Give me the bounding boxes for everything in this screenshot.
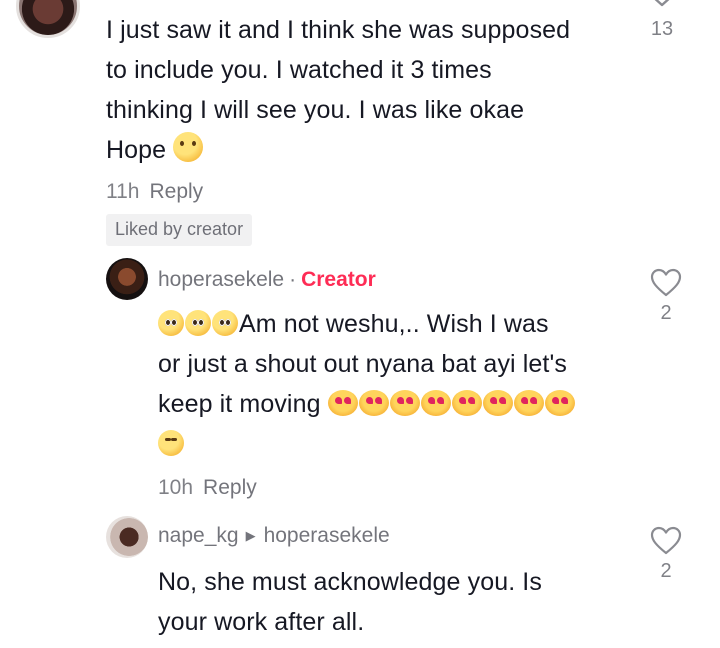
comment-line: to include you. I watched it 3 times [106,56,492,84]
comment-text: I just saw it and I think she was suppos… [106,10,626,170]
grinning-emoji-icon [158,430,184,456]
smiling-hearts-emoji-icon [358,390,389,416]
comment-line: I just saw it and I think she was suppos… [106,16,571,44]
reply-header: hoperasekele · Creator [158,268,376,292]
smiling-hearts-emoji-icon [420,390,451,416]
heart-outline-icon[interactable] [650,526,682,556]
comment-line: Hope [106,136,167,164]
heart-outline-icon[interactable] [650,268,682,298]
reply-to-username[interactable]: hoperasekele [264,524,390,547]
chevron-down-icon[interactable] [648,0,676,10]
like-count: 2 [660,302,672,324]
like-count: 13 [650,18,674,40]
like-count: 2 [660,560,672,582]
reply-line-text: Am not weshu,.. Wish I was [239,310,549,338]
creator-avatar[interactable] [106,258,148,300]
creator-badge: Creator [301,268,376,291]
comment-line-last: Hope [106,130,626,170]
reply-meta: 10h Reply [158,476,257,500]
relieved-emoji-icon [173,132,204,162]
reply-line: or just a shout out nyana bat ayi let's [158,350,567,378]
pleading-emoji-icon [185,310,211,336]
comment-time: 11h [106,180,140,203]
reply-button[interactable]: Reply [203,476,257,499]
smiling-hearts-emoji-icon [482,390,513,416]
replier-avatar[interactable] [106,516,148,558]
liked-by-creator-badge: Liked by creator [106,214,253,246]
separator-dot: · [289,268,297,291]
commenter-avatar[interactable] [16,0,80,38]
smiling-hearts-emoji-icon [327,390,358,416]
smiling-hearts-emoji-icon [451,390,482,416]
reply-time: 10h [158,476,194,499]
reply-line: your work after all. [158,608,365,636]
triangle-right-icon: ▶ [245,528,256,543]
reply-line-text: keep it moving [158,390,321,418]
comment-meta: 11h Reply [106,180,203,204]
reply-line [158,424,628,464]
smiling-hearts-emoji-icon [389,390,420,416]
reply-line: keep it moving [158,384,628,424]
username[interactable]: hoperasekele [158,268,284,291]
reply-text: No, she must acknowledge you. Is your wo… [158,562,628,642]
reply-line: Am not weshu,.. Wish I was [158,304,628,344]
username[interactable]: nape_kg [158,524,239,547]
reply-line: No, she must acknowledge you. Is [158,568,542,596]
reply-header: nape_kg ▶ hoperasekele [158,524,390,548]
comment-line: thinking I will see you. I was like okae [106,96,525,124]
reply-button[interactable]: Reply [149,180,203,203]
smiling-hearts-emoji-icon [513,390,544,416]
smiling-hearts-emoji-icon [544,390,575,416]
pleading-emoji-icon [212,310,238,336]
reply-text: Am not weshu,.. Wish I was or just a sho… [158,304,628,464]
pleading-emoji-icon [158,310,184,336]
